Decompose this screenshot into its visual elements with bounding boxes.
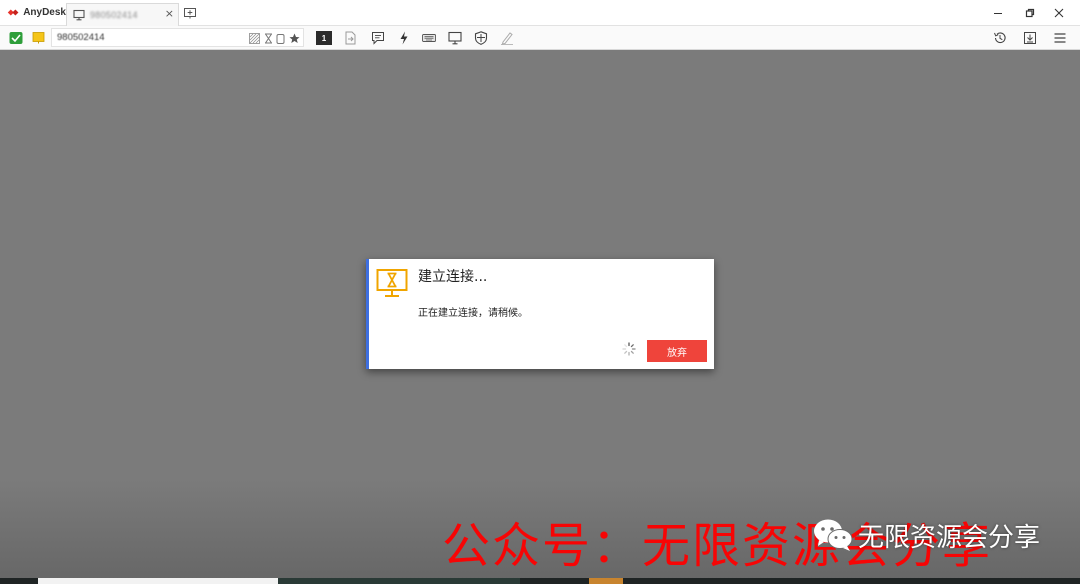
connection-status-icon[interactable]	[9, 31, 23, 45]
whiteboard-pen-icon[interactable]	[500, 31, 514, 45]
actions-lightning-icon[interactable]	[397, 31, 411, 45]
taskbar-strip	[0, 578, 1080, 584]
restore-icon	[1025, 8, 1035, 18]
download-icon[interactable]	[1023, 31, 1037, 45]
file-transfer-icon[interactable]	[343, 31, 357, 45]
address-value: 980502414	[57, 32, 105, 43]
restore-button[interactable]	[1022, 5, 1038, 21]
monitor-select-button[interactable]: 1	[316, 31, 332, 45]
taskbar-segment-dark	[278, 578, 520, 584]
minimize-icon	[994, 13, 1002, 14]
watermark-badge: 无限资源会分享	[812, 516, 1040, 554]
dialog-title: 建立连接...	[418, 269, 488, 285]
connecting-dialog: 建立连接... 正在建立连接，请稍候。 放弃	[366, 259, 714, 369]
hourglass-monitor-icon	[376, 269, 408, 297]
taskbar-segment-light	[38, 578, 278, 584]
keyboard-icon[interactable]	[422, 31, 436, 45]
pattern-icon[interactable]	[249, 33, 260, 44]
hourglass-icon[interactable]	[263, 33, 274, 44]
app-brand: AnyDesk	[0, 0, 66, 26]
star-icon[interactable]	[289, 33, 300, 44]
close-icon	[1054, 8, 1064, 18]
wechat-icon	[814, 519, 853, 551]
close-window-button[interactable]	[1051, 5, 1067, 21]
app-name: AnyDesk	[23, 7, 66, 18]
tab-remote-session[interactable]: 980502414 ×	[66, 3, 179, 26]
clipboard-icon[interactable]	[275, 33, 286, 44]
loading-spinner-icon	[622, 342, 636, 356]
menu-icon[interactable]	[1053, 31, 1067, 45]
dialog-message: 正在建立连接，请稍候。	[418, 308, 528, 319]
tab-close-button[interactable]: ×	[165, 8, 174, 20]
bookmark-icon[interactable]	[32, 31, 45, 44]
history-icon[interactable]	[993, 31, 1007, 45]
title-bar: AnyDesk 980502414 ×	[0, 0, 1080, 26]
minimize-button[interactable]	[990, 5, 1006, 21]
address-input[interactable]: 980502414	[51, 28, 304, 47]
new-tab-icon[interactable]	[184, 8, 196, 19]
anydesk-logo-icon	[7, 9, 19, 16]
chat-icon[interactable]	[371, 31, 385, 45]
display-icon[interactable]	[448, 31, 462, 45]
watermark-white-text: 无限资源会分享	[858, 522, 1041, 553]
permissions-shield-icon[interactable]	[474, 31, 488, 45]
taskbar-segment-orange	[589, 578, 623, 584]
tab-title: 980502414	[90, 10, 138, 20]
abort-button[interactable]: 放弃	[647, 340, 707, 362]
session-toolbar: 980502414 1	[0, 26, 1080, 50]
monitor-icon	[73, 9, 85, 21]
